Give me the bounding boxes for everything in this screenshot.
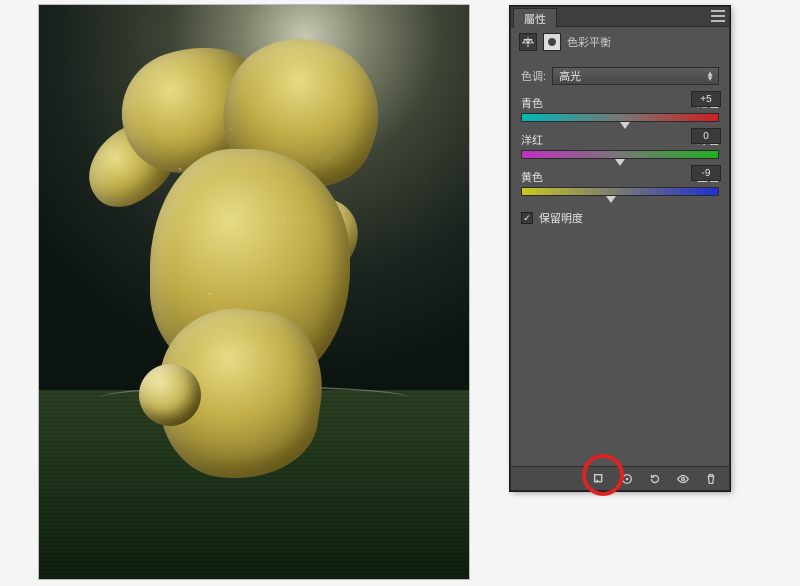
- tone-value: 高光: [559, 68, 581, 84]
- reset-icon[interactable]: [647, 471, 663, 487]
- slider-left-label: 青色: [521, 95, 543, 111]
- slider-magenta-green: 洋红 绿色 0: [521, 132, 719, 159]
- panel-collapse-icon[interactable]: [713, 0, 725, 1]
- slider-value-input[interactable]: 0: [691, 128, 721, 144]
- clip-to-layer-icon[interactable]: [591, 471, 607, 487]
- panel-tab-bar: 屬性: [511, 7, 729, 27]
- artwork-ball: [139, 364, 201, 426]
- slider-track[interactable]: [521, 113, 719, 122]
- slider-track[interactable]: [521, 150, 719, 159]
- tone-label: 色调:: [521, 68, 546, 84]
- color-balance-icon: [519, 33, 537, 51]
- artwork-subject: [69, 19, 439, 519]
- adjustment-header: 色彩平衡: [511, 27, 729, 57]
- slider-cyan-red: 青色 红色 +5: [521, 95, 719, 122]
- slider-left-label: 黄色: [521, 169, 543, 185]
- slider-thumb[interactable]: [615, 159, 625, 166]
- layer-mask-icon[interactable]: [543, 33, 561, 51]
- visibility-icon[interactable]: [675, 471, 691, 487]
- document-canvas[interactable]: [38, 4, 470, 580]
- adjustment-title: 色彩平衡: [567, 34, 611, 50]
- tone-dropdown[interactable]: 高光 ▲▼: [552, 67, 719, 85]
- panel-tab-properties[interactable]: 屬性: [513, 8, 557, 28]
- preserve-luminosity-checkbox[interactable]: ✓: [521, 212, 533, 224]
- slider-thumb[interactable]: [620, 122, 630, 129]
- slider-value-input[interactable]: +5: [691, 91, 721, 107]
- slider-thumb[interactable]: [606, 196, 616, 203]
- slider-left-label: 洋红: [521, 132, 543, 148]
- slider-yellow-blue: 黄色 蓝色 -9: [521, 169, 719, 196]
- delete-icon[interactable]: [703, 471, 719, 487]
- preserve-luminosity-label: 保留明度: [539, 210, 583, 226]
- panel-footer: [511, 466, 729, 490]
- slider-value-input[interactable]: -9: [691, 165, 721, 181]
- properties-panel: 屬性 色彩平衡 色调: 高光 ▲▼ 青色 红色 +5: [510, 6, 730, 491]
- panel-menu-icon[interactable]: [711, 10, 725, 22]
- slider-track[interactable]: [521, 187, 719, 196]
- view-previous-icon[interactable]: [619, 471, 635, 487]
- chevron-updown-icon: ▲▼: [706, 71, 714, 81]
